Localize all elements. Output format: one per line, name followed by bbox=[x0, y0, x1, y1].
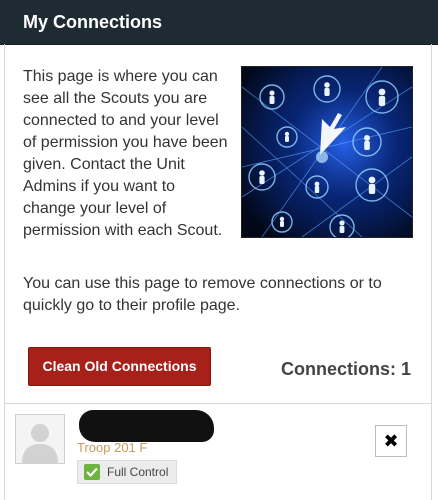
permission-badge: Full Control bbox=[77, 460, 178, 484]
page-header: My Connections bbox=[0, 0, 438, 45]
checkmark-icon bbox=[84, 464, 100, 480]
usage-note: You can use this page to remove connecti… bbox=[23, 275, 382, 314]
intro-text: This page is where you can see all the S… bbox=[23, 68, 228, 239]
connections-count-label: Connections: bbox=[280, 359, 396, 379]
page-title: My Connections bbox=[23, 12, 163, 32]
connections-page: My Connections This page is where you ca… bbox=[0, 0, 438, 500]
connections-count: Connections: 1 bbox=[281, 357, 411, 381]
troop-link[interactable]: Troop 201 F bbox=[77, 440, 147, 456]
avatar[interactable] bbox=[15, 414, 65, 464]
remove-connection-button[interactable]: ✖ bbox=[375, 425, 407, 457]
permission-label: Full Control bbox=[107, 465, 169, 479]
redacted-name bbox=[79, 410, 214, 442]
network-illustration bbox=[241, 66, 413, 238]
clean-old-connections-button[interactable]: Clean Old Connections bbox=[28, 347, 211, 386]
person-silhouette-icon bbox=[16, 415, 64, 463]
close-icon: ✖ bbox=[383, 431, 399, 451]
connection-row: Troop 201 F Full Control ✖ bbox=[4, 404, 432, 500]
network-graphic bbox=[242, 67, 412, 237]
connections-count-value: 1 bbox=[400, 359, 411, 379]
